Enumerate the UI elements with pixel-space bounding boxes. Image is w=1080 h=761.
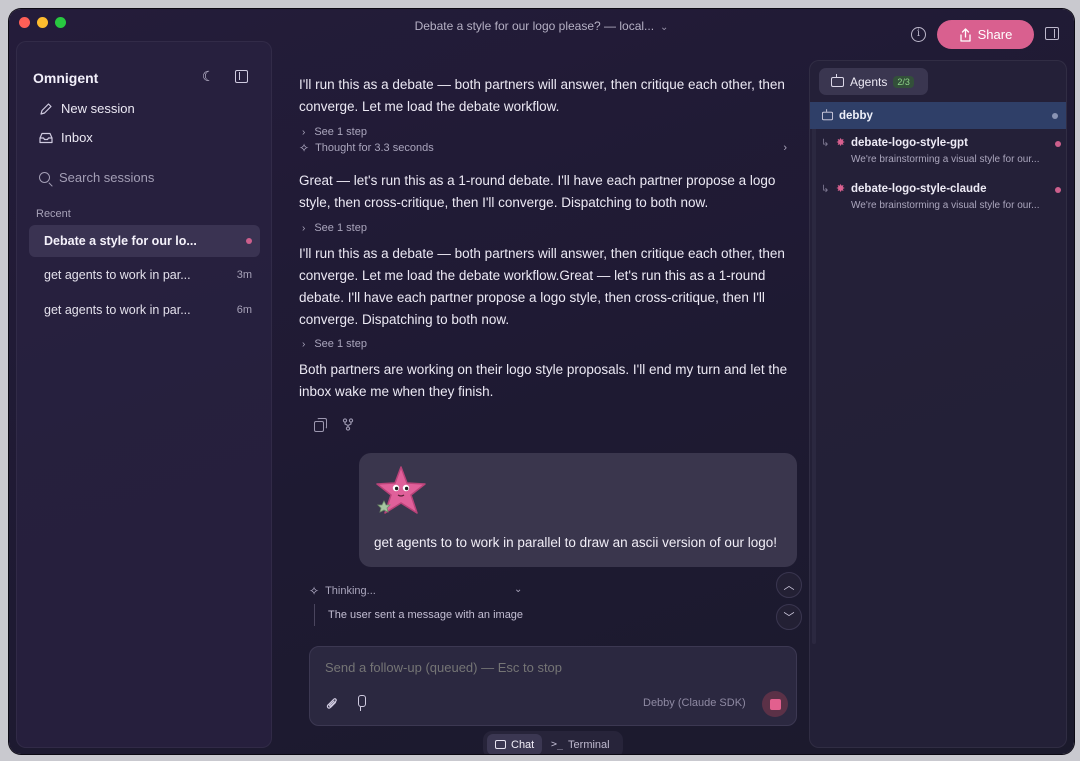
chevron-right-icon: ›: [783, 142, 787, 154]
stop-button[interactable]: [762, 691, 788, 717]
agents-panel: Agents 2/3 debby ↳ ✸ debate-logo-style-g…: [809, 60, 1067, 748]
agent-description: We're brainstorming a visual style for o…: [851, 200, 1040, 211]
chevron-right-icon: ›: [302, 338, 306, 350]
agent-name: debate-logo-style-claude: [851, 183, 987, 195]
session-item[interactable]: get agents to work in par... 6m: [29, 294, 260, 326]
assistant-message: I'll run this as a debate — both partner…: [299, 246, 785, 327]
see-step-label: See 1 step: [314, 338, 367, 350]
assistant-message: Both partners are working on their logo …: [299, 362, 788, 399]
agent-item-debby[interactable]: debby: [810, 102, 1066, 129]
message-actions: [314, 418, 354, 434]
agent-item-gpt[interactable]: ↳ ✸ debate-logo-style-gpt We're brainsto…: [821, 137, 1061, 171]
session-item[interactable]: get agents to work in par... 3m: [29, 259, 260, 291]
status-dot: [1055, 141, 1061, 147]
moon-icon[interactable]: ☾: [202, 69, 216, 83]
mode-tabs: Chat >_ Terminal: [483, 731, 623, 754]
chat-bubble-icon: [495, 740, 506, 749]
sidebar: Omnigent ☾ New session Inbox Search sess…: [16, 41, 272, 748]
starfish-icon: ✸: [836, 183, 846, 195]
chevron-up-icon: ︿: [783, 580, 795, 592]
share-label: Share: [977, 27, 1013, 42]
new-session-label: New session: [61, 101, 135, 116]
agent-name: debate-logo-style-gpt: [851, 137, 968, 149]
robot-icon: [831, 73, 844, 87]
search-icon: [39, 172, 50, 183]
sparkle-icon: ✧: [299, 141, 310, 155]
see-step-toggle[interactable]: › See 1 step: [302, 126, 367, 138]
chevron-right-icon: ›: [302, 222, 306, 234]
session-age: 6m: [236, 304, 252, 316]
chevron-down-icon: ⌄: [660, 22, 669, 33]
info-icon[interactable]: i: [911, 27, 926, 42]
chevron-down-icon: ﹀: [783, 612, 795, 624]
sparkle-icon: ✧: [309, 584, 320, 598]
thought-label: Thought for 3.3 seconds: [315, 142, 434, 154]
recent-label: Recent: [36, 208, 71, 220]
see-step-toggle[interactable]: › See 1 step: [302, 222, 367, 234]
status-dot: [1055, 187, 1061, 193]
agents-tab-label: Agents: [850, 74, 888, 89]
branch-arrow-icon: ↳: [821, 184, 830, 195]
unread-dot: [246, 238, 252, 244]
user-message-text: get agents to to work in parallel to dra…: [374, 535, 777, 550]
search-sessions-placeholder: Search sessions: [59, 170, 155, 185]
agent-item-claude[interactable]: ↳ ✸ debate-logo-style-claude We're brain…: [821, 183, 1061, 217]
see-step-label: See 1 step: [314, 222, 367, 234]
starfish-icon: ✸: [836, 137, 846, 149]
terminal-icon: >_: [551, 739, 564, 750]
agent-name: debby: [839, 109, 873, 122]
status-dot: [1052, 113, 1058, 119]
assistant-message: Great — let's run this as a 1-round deba…: [299, 173, 776, 210]
agent-description: We're brainstorming a visual style for o…: [851, 154, 1040, 165]
thinking-detail: The user sent a message with an image: [314, 604, 523, 626]
model-label[interactable]: Debby (Claude SDK): [643, 697, 746, 709]
brand-name: Omnigent: [33, 70, 99, 86]
share-button[interactable]: Share: [937, 20, 1034, 49]
session-item[interactable]: Debate a style for our lo...: [29, 225, 260, 257]
see-step-toggle[interactable]: › See 1 step: [302, 338, 367, 350]
tab-agents[interactable]: Agents 2/3: [819, 68, 928, 95]
scroll-up-button[interactable]: ︿: [776, 572, 802, 598]
tab-terminal[interactable]: >_ Terminal: [543, 734, 618, 754]
copy-icon[interactable]: [314, 418, 327, 432]
robot-icon: [821, 108, 834, 120]
branch-arrow-icon: ↳: [821, 138, 830, 149]
tab-chat-label: Chat: [511, 738, 535, 751]
fork-icon[interactable]: [342, 418, 354, 434]
scroll-down-button[interactable]: ﹀: [776, 604, 802, 630]
sidebar-collapse-icon[interactable]: [235, 70, 248, 83]
user-message: get agents to to work in parallel to dra…: [359, 453, 797, 567]
pencil-icon: [39, 102, 53, 116]
microphone-icon[interactable]: [356, 695, 366, 711]
composer: Debby (Claude SDK): [309, 646, 797, 726]
window-title-text: Debate a style for our logo please? — lo…: [414, 19, 655, 33]
follow-up-input[interactable]: [325, 660, 765, 675]
session-title: get agents to work in par...: [44, 303, 191, 317]
new-session-button[interactable]: New session: [39, 101, 135, 116]
titlebar: Debate a style for our logo please? — lo…: [9, 9, 1074, 49]
starfish-image: [376, 466, 426, 514]
agents-count-badge: 2/3: [893, 75, 914, 88]
inbox-icon: [39, 131, 53, 145]
paperclip-icon[interactable]: [326, 696, 338, 714]
chevron-right-icon: ›: [302, 126, 306, 138]
search-sessions[interactable]: Search sessions: [39, 170, 154, 185]
inbox-button[interactable]: Inbox: [39, 130, 93, 145]
session-title: get agents to work in par...: [44, 268, 191, 282]
session-title: Debate a style for our lo...: [44, 234, 197, 248]
right-panel-toggle-icon[interactable]: [1045, 27, 1059, 40]
app-window: Debate a style for our logo please? — lo…: [9, 9, 1074, 754]
session-age: 3m: [236, 269, 252, 281]
see-step-label: See 1 step: [314, 126, 367, 138]
chevron-down-icon[interactable]: ⌄: [514, 584, 522, 595]
inbox-label: Inbox: [61, 130, 93, 145]
tab-chat[interactable]: Chat: [487, 734, 543, 754]
thinking-toggle[interactable]: ✧ Thinking...: [309, 584, 376, 598]
tab-terminal-label: Terminal: [568, 738, 610, 751]
thought-toggle[interactable]: ✧ Thought for 3.3 seconds ›: [299, 141, 787, 155]
assistant-message: I'll run this as a debate — both partner…: [299, 77, 785, 114]
share-icon: [959, 27, 971, 42]
thinking-label: Thinking...: [325, 585, 376, 597]
